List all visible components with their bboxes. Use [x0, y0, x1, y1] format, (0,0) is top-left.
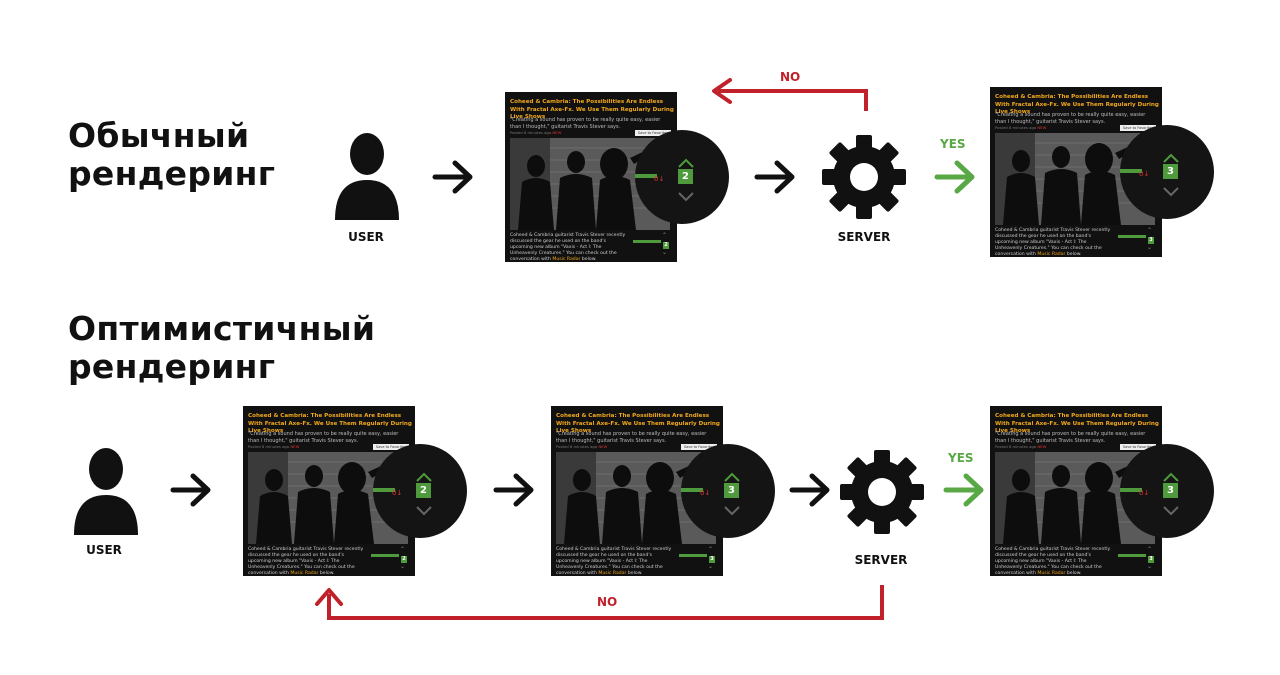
article-body: Coheed & Cambria guitarist Travis Stever…: [995, 228, 1111, 257]
article-quote: "Creating a sound has proven to be reall…: [995, 431, 1146, 444]
arrow-right-green-icon: [937, 163, 972, 191]
no-label: NO: [597, 595, 618, 609]
vote-bar: [1118, 554, 1146, 557]
vote-zoom: 0↓ 3: [1120, 125, 1214, 219]
article-card-initial: Coheed & Cambria: The Possibilities Are …: [243, 406, 467, 576]
user-icon: [74, 448, 138, 535]
upvote-small-icon: ⌃: [1147, 227, 1153, 234]
vote-bar: [679, 554, 707, 557]
upvote-icon[interactable]: [1161, 468, 1181, 482]
vote-zoom: 0↓ 2: [635, 130, 729, 224]
server-label: SERVER: [837, 230, 891, 244]
posted-time: Posted 8 minutes ago NEW: [510, 130, 562, 135]
downvote-icon[interactable]: [1161, 502, 1181, 516]
server-label: SERVER: [854, 553, 908, 567]
posted-time: Posted 8 minutes ago NEW: [995, 444, 1047, 449]
article-card-initial: Coheed & Cambria: The Possibilities Are …: [505, 92, 729, 262]
vote-count-small: 2: [401, 556, 407, 563]
downvote-count: 0↓: [654, 175, 665, 183]
vote-zoom: 0↓ 3: [1120, 444, 1214, 538]
downvote-count: 0↓: [392, 489, 403, 497]
upvote-icon[interactable]: [676, 154, 696, 168]
downvote-count: 0↓: [1139, 489, 1150, 497]
user-icon: [335, 133, 399, 220]
upvote-small-icon: ⌃: [708, 546, 714, 553]
gear-icon: [840, 450, 924, 534]
article-body: Coheed & Cambria guitarist Travis Stever…: [510, 233, 626, 262]
downvote-small-icon: ⌄: [1147, 244, 1153, 251]
vote-bar: [1118, 235, 1146, 238]
downvote-count: 0↓: [1139, 170, 1150, 178]
article-quote: "Creating a sound has proven to be reall…: [510, 117, 661, 130]
vote-count: 3: [1163, 164, 1178, 179]
vote-count: 3: [1163, 483, 1178, 498]
upvote-small-icon: ⌃: [662, 232, 668, 239]
article-body: Coheed & Cambria guitarist Travis Stever…: [995, 547, 1111, 576]
vote-count-small: 3: [1148, 556, 1154, 563]
vote-bar: [633, 240, 661, 243]
arrow-right-icon: [757, 163, 792, 191]
vote-zoom: 0↓ 2: [373, 444, 467, 538]
arrow-right-green-icon: [946, 476, 981, 504]
upvote-small-icon: ⌃: [1147, 546, 1153, 553]
vote-bar: [371, 554, 399, 557]
downvote-icon[interactable]: [676, 188, 696, 202]
downvote-icon[interactable]: [1161, 183, 1181, 197]
vote-count: 2: [416, 483, 431, 498]
vote-count-small: 3: [709, 556, 715, 563]
downvote-icon[interactable]: [414, 502, 434, 516]
vote-zoom: 0↓ 3: [681, 444, 775, 538]
arrow-right-icon: [496, 476, 531, 504]
arrow-right-icon: [173, 476, 208, 504]
downvote-count: 0↓: [700, 489, 711, 497]
user-label: USER: [348, 230, 384, 244]
article-body: Coheed & Cambria guitarist Travis Stever…: [248, 547, 364, 576]
article-card-confirmed: Coheed & Cambria: The Possibilities Are …: [990, 87, 1214, 257]
vote-count: 2: [678, 169, 693, 184]
gear-icon: [822, 135, 906, 219]
upvote-small-icon: ⌃: [400, 546, 406, 553]
vote-count-small: 3: [1148, 237, 1154, 244]
upvote-icon[interactable]: [1161, 149, 1181, 163]
arrow-right-icon: [435, 163, 470, 191]
article-quote: "Creating a sound has proven to be reall…: [995, 112, 1146, 125]
downvote-small-icon: ⌄: [1147, 563, 1153, 570]
upvote-icon[interactable]: [414, 468, 434, 482]
user-label: USER: [86, 543, 122, 557]
downvote-small-icon: ⌄: [662, 249, 668, 256]
article-card-confirmed: Coheed & Cambria: The Possibilities Are …: [990, 406, 1214, 576]
no-label: NO: [780, 70, 801, 84]
yes-label: YES: [940, 137, 966, 151]
downvote-small-icon: ⌄: [400, 563, 406, 570]
downvote-icon[interactable]: [722, 502, 742, 516]
posted-time: Posted 8 minutes ago NEW: [556, 444, 608, 449]
arrow-right-icon: [792, 476, 827, 504]
article-body: Coheed & Cambria guitarist Travis Stever…: [556, 547, 672, 576]
upvote-icon[interactable]: [722, 468, 742, 482]
downvote-small-icon: ⌄: [708, 563, 714, 570]
posted-time: Posted 8 minutes ago NEW: [248, 444, 300, 449]
vote-count: 3: [724, 483, 739, 498]
yes-label: YES: [948, 451, 974, 465]
reject-path: [718, 89, 868, 111]
article-quote: "Creating a sound has proven to be reall…: [556, 431, 707, 444]
article-card-optimistic: Coheed & Cambria: The Possibilities Are …: [551, 406, 775, 576]
article-quote: "Creating a sound has proven to be reall…: [248, 431, 399, 444]
posted-time: Posted 8 minutes ago NEW: [995, 125, 1047, 130]
vote-count-small: 2: [663, 242, 669, 249]
